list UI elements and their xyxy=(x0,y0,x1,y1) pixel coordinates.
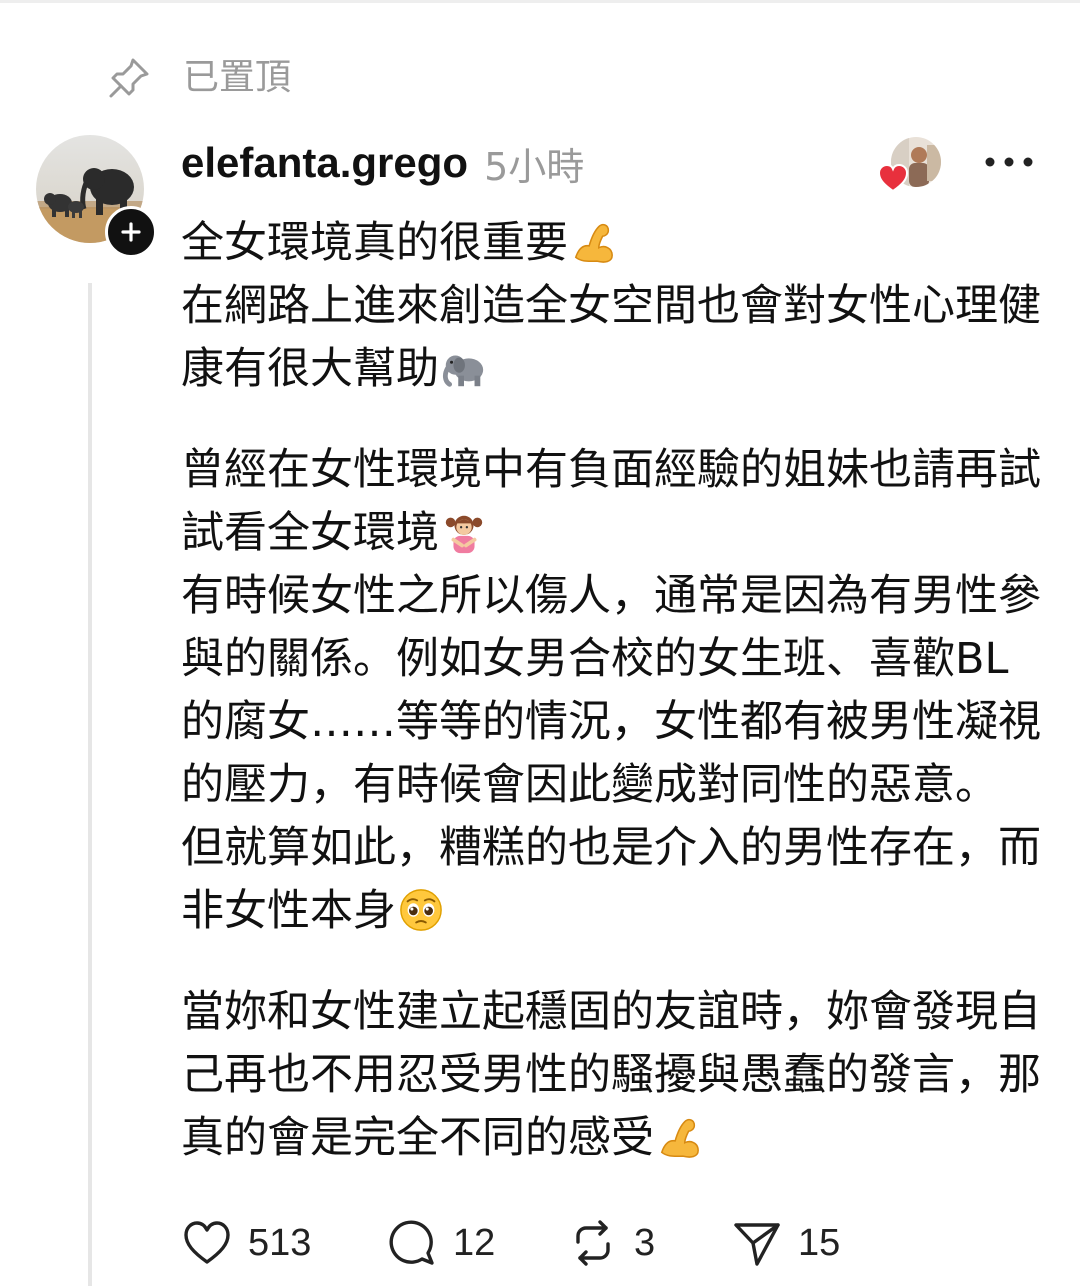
post-line: 康有很大幫助 xyxy=(181,338,1061,401)
repost-button[interactable]: 3 xyxy=(568,1216,655,1270)
post-line: 有時候女性之所以傷人，通常是因為有男性參 xyxy=(181,565,1061,628)
post-paragraph: 當妳和女性建立起穩固的友誼時，妳會發現自 己再也不用忍受男性的騷擾與愚蠢的發言，… xyxy=(181,981,1061,1170)
plus-icon xyxy=(119,220,143,244)
more-options-icon[interactable] xyxy=(980,148,1038,176)
comment-count: 12 xyxy=(453,1221,496,1264)
post-paragraph: 曾經在女性環境中有負面經驗的姐妹也請再試 試看全女環境 有時候女性之所以傷人，通… xyxy=(181,439,1061,943)
post-line: 但就算如此，糟糕的也是介入的男性存在，而 xyxy=(181,817,1061,880)
post-line: 試看全女環境 xyxy=(181,502,1061,565)
post-line-text: 有時候女性之所以傷人，通常是因為有男性參 xyxy=(181,571,1041,621)
comment-icon xyxy=(387,1218,437,1268)
heart-icon xyxy=(182,1218,232,1268)
repost-count: 3 xyxy=(634,1221,656,1264)
post-line-text: 當妳和女性建立起穩固的友誼時，妳會發現自 xyxy=(181,987,1041,1037)
post-line-text: 己再也不用忍受男性的騷擾與愚蠢的發言，那 xyxy=(181,1050,1041,1100)
post-line-text: 試看全女環境 xyxy=(181,508,439,558)
post-line-text: 但就算如此，糟糕的也是介入的男性存在，而 xyxy=(181,823,1041,873)
post-line-text: 的壓力，有時候會因此變成對同性的惡意。 xyxy=(181,760,998,810)
post-line-text: 非女性本身 xyxy=(181,886,396,936)
follow-button[interactable] xyxy=(105,206,157,258)
post-paragraph: 全女環境真的很重要 在網路上進來創造全女空間也會對女性心理健 康有很大幫助 xyxy=(181,212,1061,401)
like-button[interactable]: 513 xyxy=(182,1216,311,1270)
post-line: 與的關係。例如女男合校的女生班、喜歡BL xyxy=(181,628,1061,691)
pinned-label: 已置頂 xyxy=(183,57,292,98)
post-line: 的壓力，有時候會因此變成對同性的惡意。 xyxy=(181,754,1061,817)
flexed-biceps-emoji-icon xyxy=(656,1114,702,1160)
post-line: 己再也不用忍受男性的騷擾與愚蠢的發言，那 xyxy=(181,1044,1061,1107)
woman-gesturing-emoji-icon xyxy=(441,509,487,555)
post-line: 真的會是完全不同的感受 xyxy=(181,1107,1061,1170)
post-line: 曾經在女性環境中有負面經驗的姐妹也請再試 xyxy=(181,439,1061,502)
post-time: 5小時 xyxy=(484,144,585,189)
username[interactable]: elefanta.grego xyxy=(181,139,468,187)
red-heart-icon xyxy=(877,163,909,193)
post-line: 的腐女……等等的情況，女性都有被男性凝視 xyxy=(181,691,1061,754)
post-line: 非女性本身 xyxy=(181,880,1061,943)
flexed-biceps-emoji-icon xyxy=(570,219,616,265)
action-bar: 513 12 3 15 xyxy=(0,1216,1080,1270)
post-line-text: 康有很大幫助 xyxy=(181,344,439,394)
thread-line xyxy=(88,283,92,1286)
share-count: 15 xyxy=(798,1221,841,1264)
send-icon xyxy=(732,1218,782,1268)
share-button[interactable]: 15 xyxy=(732,1216,840,1270)
pin-icon xyxy=(106,55,152,101)
post-line-text: 的腐女……等等的情況，女性都有被男性凝視 xyxy=(181,697,1041,747)
post-line-text: 真的會是完全不同的感受 xyxy=(181,1113,654,1163)
repost-icon xyxy=(568,1218,618,1268)
top-divider xyxy=(0,0,1080,3)
post-header: elefanta.grego 5小時 xyxy=(181,138,585,189)
post-line-text: 全女環境真的很重要 xyxy=(181,218,568,268)
pinned-indicator: 已置頂 xyxy=(106,54,291,102)
post-line: 全女環境真的很重要 xyxy=(181,212,1061,275)
comment-button[interactable]: 12 xyxy=(387,1216,495,1270)
post-line-text: 與的關係。例如女男合校的女生班、喜歡BL xyxy=(181,634,1009,684)
post-text: 全女環境真的很重要 在網路上進來創造全女空間也會對女性心理健 康有很大幫助 曾經… xyxy=(181,212,1061,1170)
pleading-face-emoji-icon xyxy=(398,887,444,933)
post-line: 在網路上進來創造全女空間也會對女性心理健 xyxy=(181,275,1061,338)
post-line-text: 在網路上進來創造全女空間也會對女性心理健 xyxy=(181,281,1041,331)
post-line: 當妳和女性建立起穩固的友誼時，妳會發現自 xyxy=(181,981,1061,1044)
elephant-emoji-icon xyxy=(441,345,487,391)
post-line-text: 曾經在女性環境中有負面經驗的姐妹也請再試 xyxy=(181,445,1041,495)
like-count: 513 xyxy=(248,1221,312,1264)
